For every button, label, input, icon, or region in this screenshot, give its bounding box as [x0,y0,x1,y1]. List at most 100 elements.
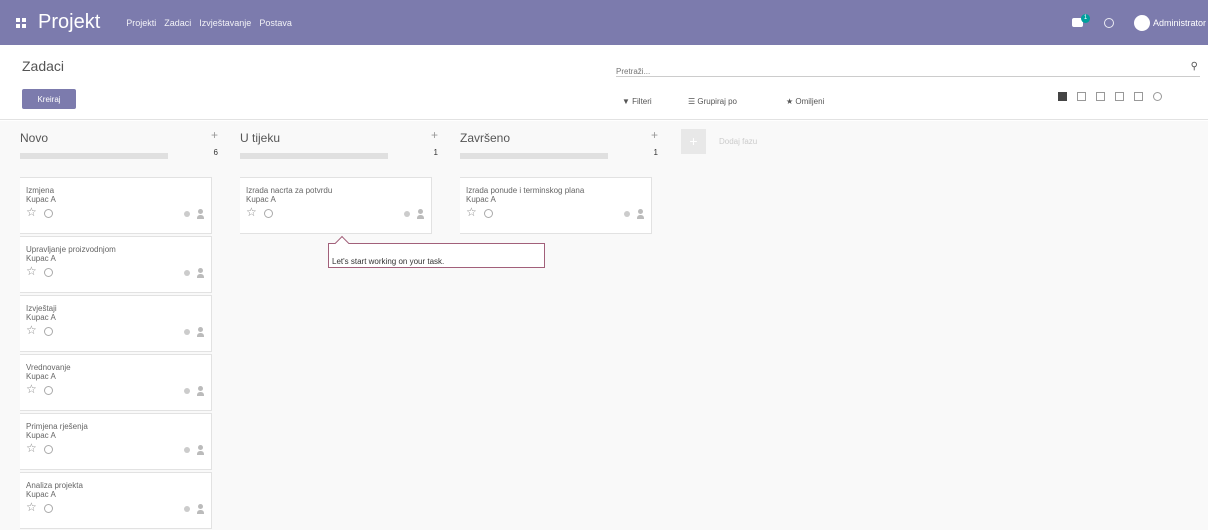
star-icon[interactable]: ☆ [26,323,37,337]
activity-clock-icon[interactable] [44,445,53,454]
tooltip-text: Let's start working on your task. [332,257,445,266]
task-title: Izmjena [26,186,55,195]
task-card[interactable]: Primjena rješenja Kupac A ☆ [20,413,212,470]
view-switcher [1058,92,1162,101]
task-customer: Kupac A [26,490,56,499]
activity-clock-icon[interactable] [1104,17,1114,28]
task-card[interactable]: Izmjena Kupac A ☆ [20,177,212,234]
status-dot-icon[interactable] [184,447,190,453]
chat-badge: 1 [1081,13,1090,23]
apps-menu-icon[interactable] [16,17,26,28]
activity-view-icon[interactable] [1153,92,1162,101]
status-dot-icon[interactable] [404,211,410,217]
search-icon[interactable]: ⚲ [1191,61,1198,72]
assignee-icon[interactable] [197,504,204,514]
menu-reporting[interactable]: Izvještavanje [199,18,251,28]
activity-clock-icon[interactable] [44,268,53,277]
activity-clock-icon[interactable] [44,209,53,218]
plus-icon[interactable]: + [681,128,706,154]
breadcrumb: Zadaci [22,58,65,74]
status-dot-icon[interactable] [624,211,630,217]
kanban-board: Novo + 6 U tijeku + 1 Završeno + 1 Izmje… [0,121,1208,530]
graph-view-icon[interactable] [1134,92,1143,101]
activity-clock-icon[interactable] [44,327,53,336]
task-title: Izrada nacrta za potvrdu [246,186,333,195]
star-icon[interactable]: ☆ [246,205,257,219]
task-title: Analiza projekta [26,481,83,490]
kanban-view-icon[interactable] [1058,92,1067,101]
column-title: Novo [20,131,49,145]
task-customer: Kupac A [246,195,276,204]
assignee-icon[interactable] [637,209,644,219]
add-stage-button[interactable]: + Dodaj fazu [681,127,757,155]
column-title: Završeno [460,131,511,145]
activity-clock-icon[interactable] [264,209,273,218]
task-customer: Kupac A [26,372,56,381]
menu-configuration[interactable]: Postava [259,18,292,28]
assignee-icon[interactable] [197,209,204,219]
task-title: Izrada ponude i terminskog plana [466,186,585,195]
task-title: Upravljanje proizvodnjom [26,245,116,254]
task-card[interactable]: Analiza projekta Kupac A ☆ [20,472,212,529]
user-avatar[interactable] [1134,14,1150,31]
column-add-icon[interactable]: + [211,128,218,142]
star-icon[interactable]: ☆ [26,382,37,396]
star-icon[interactable]: ☆ [26,500,37,514]
group-by-button[interactable]: ☰ Grupiraj po [688,93,737,109]
task-card[interactable]: Izvještaji Kupac A ☆ [20,295,212,352]
search-bar: ⚲ [616,61,1200,77]
calendar-view-icon[interactable] [1096,92,1105,101]
column-progress-bar[interactable] [460,153,608,159]
column-count: 6 [213,148,218,157]
task-card[interactable]: Izrada nacrta za potvrdu Kupac A ☆ [240,177,432,234]
status-dot-icon[interactable] [184,329,190,335]
control-panel: Zadaci Kreiraj ⚲ ▼ Filteri ☰ Grupiraj po… [0,45,1208,120]
onboarding-tooltip: Let's start working on your task. [328,235,545,268]
create-button[interactable]: Kreiraj [22,89,76,109]
menu-projects[interactable]: Projekti [126,18,156,28]
add-stage-label: Dodaj fazu [719,136,758,146]
star-icon[interactable]: ☆ [26,264,37,278]
status-dot-icon[interactable] [184,211,190,217]
pivot-view-icon[interactable] [1115,92,1124,101]
status-dot-icon[interactable] [184,506,190,512]
column-add-icon[interactable]: + [431,128,438,142]
assignee-icon[interactable] [197,268,204,278]
menu-tasks[interactable]: Zadaci [164,18,191,28]
task-title: Izvještaji [26,304,57,313]
app-title[interactable]: Projekt [38,11,100,34]
column-title: U tijeku [240,131,281,145]
list-view-icon[interactable] [1077,92,1086,101]
column-progress-bar[interactable] [20,153,168,159]
assignee-icon[interactable] [197,445,204,455]
column-count: 1 [653,148,658,157]
search-input[interactable] [616,67,1176,76]
assignee-icon[interactable] [417,209,424,219]
task-title: Vrednovanje [26,363,71,372]
task-card[interactable]: Vrednovanje Kupac A ☆ [20,354,212,411]
filters-button[interactable]: ▼ Filteri [622,93,652,109]
assignee-icon[interactable] [197,327,204,337]
task-card[interactable]: Upravljanje proizvodnjom Kupac A ☆ [20,236,212,293]
assignee-icon[interactable] [197,386,204,396]
favorites-button[interactable]: ★ Omiljeni [786,93,824,109]
star-icon[interactable]: ☆ [26,441,37,455]
column-progress-bar[interactable] [240,153,388,159]
top-navbar: Projekt Projekti Zadaci Izvještavanje Po… [0,0,1208,45]
star-icon[interactable]: ☆ [26,205,37,219]
status-dot-icon[interactable] [184,270,190,276]
task-customer: Kupac A [26,195,56,204]
task-customer: Kupac A [26,313,56,322]
user-name[interactable]: Administrator [1153,18,1208,28]
chat-icon[interactable]: 1 [1072,13,1090,29]
task-card[interactable]: Izrada ponude i terminskog plana Kupac A… [460,177,652,234]
activity-clock-icon[interactable] [44,504,53,513]
activity-clock-icon[interactable] [44,386,53,395]
status-dot-icon[interactable] [184,388,190,394]
task-customer: Kupac A [26,254,56,263]
star-icon[interactable]: ☆ [466,205,477,219]
column-count: 1 [433,148,438,157]
task-customer: Kupac A [466,195,496,204]
activity-clock-icon[interactable] [484,209,493,218]
column-add-icon[interactable]: + [651,128,658,142]
